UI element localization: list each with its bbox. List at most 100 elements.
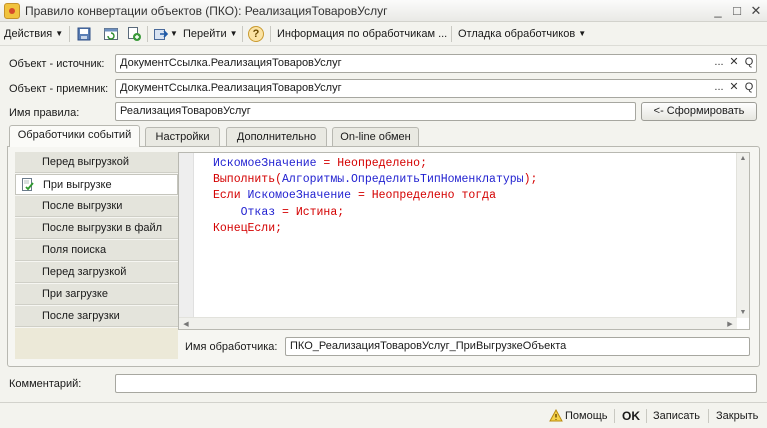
footer-divider	[646, 409, 647, 423]
toolbar-divider	[270, 26, 271, 42]
target-choose-button[interactable]: ...	[712, 80, 726, 97]
event-after-export-to-file[interactable]: После выгрузки в файл	[15, 218, 178, 239]
vertical-scrollbar[interactable]: ▲ ▼	[736, 153, 749, 318]
code-token: = Истина;	[275, 205, 345, 219]
event-on-import[interactable]: При загрузке	[15, 284, 178, 305]
code-token: ИскомоеЗначение	[247, 189, 352, 203]
rule-name-field[interactable]: РеализацияТоваровУслуг	[115, 102, 636, 121]
editor-gutter	[179, 153, 194, 319]
target-object-value: ДокументСсылка.РеализацияТоваровУслуг	[120, 82, 342, 94]
source-object-value: ДокументСсылка.РеализацияТоваровУслуг	[120, 57, 342, 69]
tab-online-exchange[interactable]: On-line обмен	[332, 127, 419, 146]
target-open-button[interactable]: Q	[742, 80, 756, 97]
code-token: Отказ	[240, 205, 276, 219]
event-label: Перед выгрузкой	[42, 156, 129, 168]
window-title: Правило конвертации объектов (ПКО): Реал…	[25, 4, 388, 18]
generate-button[interactable]: <- Сформировать	[641, 102, 757, 121]
target-object-field[interactable]: ДокументСсылка.РеализацияТоваровУслуг	[115, 79, 757, 98]
goto-label: Перейти	[183, 28, 227, 40]
actions-label: Действия	[4, 28, 53, 40]
close-window-button[interactable]: ✕	[749, 4, 763, 18]
event-label: После загрузки	[42, 310, 120, 322]
code-token: Алгоритмы.ОпределитьТипНоменклатуры	[282, 173, 524, 187]
handler-name-field[interactable]: ПКО_РеализацияТоваровУслуг_ПриВыгрузкеОб…	[285, 337, 750, 356]
save-icon[interactable]	[76, 26, 92, 42]
scroll-right-icon[interactable]: ▶	[724, 320, 736, 328]
help-button[interactable]: Помощь	[565, 410, 608, 422]
event-label: Перед загрузкой	[42, 266, 127, 278]
target-clear-button[interactable]: ✕	[727, 80, 741, 97]
code-editor[interactable]: ИскомоеЗначение = Неопределено; Выполнить…	[178, 152, 750, 330]
scroll-up-icon[interactable]: ▲	[737, 155, 749, 162]
tab-additional[interactable]: Дополнительно	[226, 127, 327, 146]
code-token: Неопределено	[337, 157, 421, 170]
code-line[interactable]: Выполнить(Алгоритмы.ОпределитьТипНоменкл…	[213, 172, 537, 188]
code-token: = Неопределено тогда	[351, 189, 496, 203]
event-on-export[interactable]: При выгрузке	[15, 174, 178, 195]
scroll-down-icon[interactable]: ▼	[737, 309, 749, 316]
code-line[interactable]: Если ИскомоеЗначение = Неопределено тогд…	[213, 188, 537, 204]
event-label: После выгрузки	[42, 200, 123, 212]
code-token: ;	[420, 157, 427, 170]
code-line[interactable]: ИскомоеЗначение = Неопределено;	[213, 156, 537, 172]
toolbar-divider	[147, 26, 148, 42]
maximize-button[interactable]: □	[730, 4, 744, 18]
goto-menu[interactable]: Перейти ▼	[183, 26, 238, 42]
code-line[interactable]: Отказ = Истина;	[213, 205, 537, 221]
ok-button[interactable]: OK	[622, 409, 640, 423]
source-open-button[interactable]: Q	[742, 55, 756, 72]
source-choose-button[interactable]: ...	[712, 55, 726, 72]
minimize-button[interactable]: _	[711, 4, 725, 18]
toolbar-divider	[69, 26, 70, 42]
chevron-down-icon: ▼	[55, 29, 64, 39]
toolbar: Действия ▼ ▼ Перейти ▼ ? Информация по обр…	[0, 22, 767, 46]
chevron-down-icon: ▼	[229, 29, 238, 39]
source-clear-button[interactable]: ✕	[727, 55, 741, 72]
event-label: При загрузке	[42, 288, 108, 300]
event-after-export[interactable]: После выгрузки	[15, 196, 178, 217]
event-label: При выгрузке	[43, 179, 112, 191]
warning-help-icon[interactable]	[549, 409, 563, 422]
close-button[interactable]: Закрыть	[716, 410, 758, 422]
handlers-info-button[interactable]: Информация по обработчикам ...	[277, 26, 447, 42]
code-text[interactable]: ИскомоеЗначение = Неопределено; Выполнить…	[213, 156, 537, 237]
event-before-export[interactable]: Перед выгрузкой	[15, 152, 178, 173]
horizontal-scrollbar[interactable]: ◀ ▶	[179, 317, 737, 329]
magnifier-icon: Q	[744, 56, 754, 68]
toolbar-divider	[242, 26, 243, 42]
document-check-icon	[22, 178, 34, 191]
event-list-background	[15, 328, 178, 359]
actions-menu[interactable]: Действия ▼	[4, 26, 63, 42]
save-button[interactable]: Записать	[653, 410, 700, 422]
event-after-import[interactable]: После загрузки	[15, 306, 178, 327]
event-before-import[interactable]: Перед загрузкой	[15, 262, 178, 283]
event-label: Поля поиска	[42, 244, 107, 256]
event-label: После выгрузки в файл	[42, 222, 163, 234]
code-line[interactable]: КонецЕсли;	[213, 221, 537, 237]
refresh-window-icon[interactable]	[103, 26, 119, 42]
code-token: КонецЕсли;	[213, 221, 283, 235]
goto-dropdown-arrow[interactable]: ▼	[167, 26, 178, 42]
source-object-label: Объект - источник:	[9, 58, 105, 70]
tab-settings[interactable]: Настройки	[145, 127, 220, 146]
code-token: Если	[213, 189, 248, 203]
target-object-label: Объект - приемник:	[9, 83, 109, 95]
code-token: ИскомоеЗначение	[213, 157, 317, 170]
comment-field[interactable]	[115, 374, 757, 393]
rule-name-label: Имя правила:	[9, 107, 80, 119]
tab-event-handlers[interactable]: Обработчики событий	[9, 125, 140, 147]
debug-handlers-menu[interactable]: Отладка обработчиков ▼	[458, 26, 586, 42]
chevron-down-icon: ▼	[170, 29, 178, 39]
event-search-fields[interactable]: Поля поиска	[15, 240, 178, 261]
copy-add-icon[interactable]	[126, 26, 142, 42]
source-object-field[interactable]: ДокументСсылка.РеализацияТоваровУслуг	[115, 54, 757, 73]
code-token: );	[523, 173, 538, 187]
footer-divider	[614, 409, 615, 423]
help-icon[interactable]: ?	[248, 26, 264, 42]
app-logo-icon	[4, 3, 20, 19]
footer-divider	[708, 409, 709, 423]
scroll-left-icon[interactable]: ◀	[180, 320, 192, 328]
code-token: Выполнить(	[213, 173, 283, 187]
title-bar: Правило конвертации объектов (ПКО): Реал…	[0, 0, 767, 22]
